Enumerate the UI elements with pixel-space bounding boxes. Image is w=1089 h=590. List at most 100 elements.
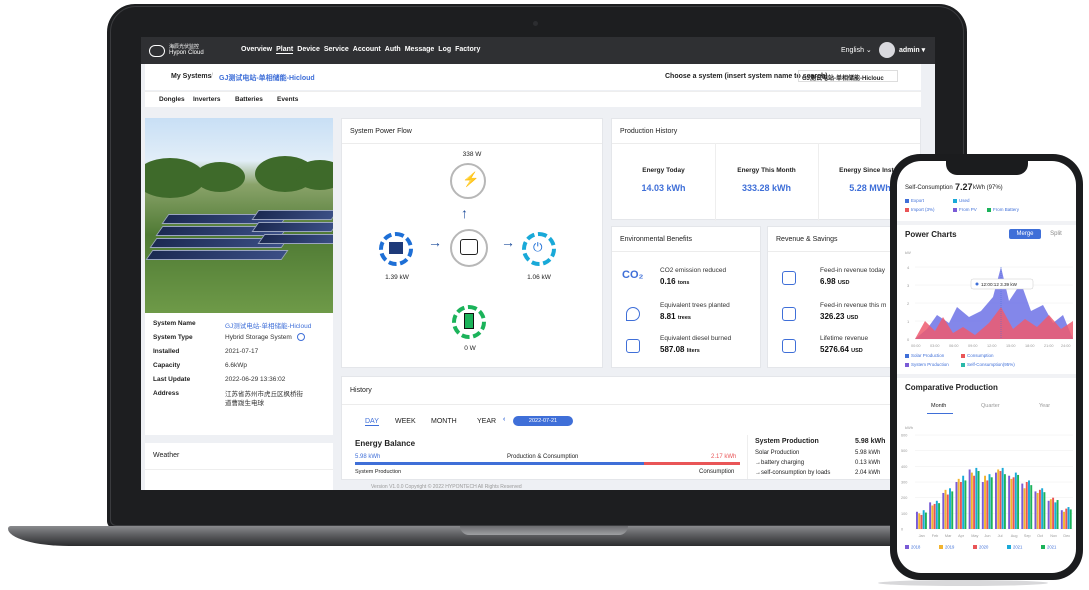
env-label: Equivalent trees planted (660, 302, 730, 309)
bar-2021-Nov[interactable] (1054, 502, 1057, 529)
bar-2021-Jul[interactable] (1003, 474, 1006, 529)
bar-2021-Dec[interactable] (1067, 507, 1070, 529)
menu-item-service[interactable]: Service (324, 46, 349, 54)
tab-week[interactable]: WEEK (395, 418, 416, 425)
menu-item-factory[interactable]: Factory (455, 46, 480, 54)
bar-2020-Oct[interactable] (1038, 489, 1041, 529)
weather-title: Weather (153, 452, 180, 459)
bar-2019-Nov[interactable] (1049, 499, 1052, 529)
tab-day[interactable]: DAY (365, 418, 379, 426)
menu-item-log[interactable]: Log (438, 46, 451, 54)
menu-item-overview[interactable]: Overview (241, 46, 272, 54)
menu-item-account[interactable]: Account (353, 46, 381, 54)
bar-2019-Dec[interactable] (1063, 511, 1065, 529)
comp-tab-month[interactable]: Month (931, 403, 946, 409)
tab-events[interactable]: Events (277, 96, 298, 103)
bar-2021-Sep[interactable] (1028, 480, 1030, 529)
language-select[interactable]: English ⌄ (841, 46, 872, 54)
bar-2020-Jun[interactable] (986, 480, 989, 529)
bar-2019-Feb[interactable] (931, 505, 934, 530)
bar-2019-Sep[interactable] (1023, 488, 1026, 529)
tab-year[interactable]: YEAR (477, 418, 496, 425)
bar-2018-May[interactable] (968, 469, 971, 529)
system-search-input[interactable]: GJ测试电站-单相储能-Hiclouc (798, 70, 898, 82)
tab-month[interactable]: MONTH (431, 418, 457, 425)
bar-2020-Sep[interactable] (1025, 482, 1028, 529)
bar-2019-Mar[interactable] (944, 489, 947, 529)
bar-2019-Aug[interactable] (1010, 478, 1013, 529)
menu-item-device[interactable]: Device (297, 46, 320, 54)
bar-2021-Jan[interactable] (924, 512, 927, 529)
bar-2021-Jun[interactable] (988, 474, 991, 529)
bar-2021-Aug[interactable] (1017, 474, 1020, 529)
bar-2019-Apr[interactable] (957, 478, 960, 529)
bar-2021-Oct[interactable] (1043, 492, 1046, 529)
comp-tab-quarter[interactable]: Quarter (981, 403, 1000, 409)
avatar[interactable] (879, 42, 895, 58)
bar-2018-Oct[interactable] (1034, 491, 1037, 529)
bar-2018-Nov[interactable] (1047, 500, 1050, 529)
bar-2021-Nov[interactable] (1056, 500, 1059, 529)
chevron-left-icon[interactable]: ‹ (503, 416, 505, 423)
bar-2021-Dec[interactable] (1069, 509, 1072, 529)
bar-2018-Dec[interactable] (1060, 510, 1063, 529)
bar-2021-Feb[interactable] (938, 503, 941, 529)
bar-2019-May[interactable] (970, 472, 973, 529)
breadcrumb-root[interactable]: My Systems (171, 73, 211, 80)
bar-2018-Jan[interactable] (916, 511, 918, 529)
info-value[interactable]: GJ测试电站-单相储能-Hicloud (225, 320, 311, 330)
bar-2020-Mar[interactable] (946, 494, 949, 529)
menu-item-auth[interactable]: Auth (385, 46, 401, 54)
comp-tab-year[interactable]: Year (1039, 403, 1050, 409)
bar-2019-Oct[interactable] (1036, 492, 1039, 529)
date-picker[interactable]: 2022-07-21 (513, 416, 573, 426)
menu-item-plant[interactable]: Plant (276, 46, 294, 54)
bar-2018-Apr[interactable] (955, 482, 958, 529)
bar-2021-Jul[interactable] (1001, 467, 1004, 529)
bar-2020-Dec[interactable] (1065, 508, 1068, 529)
stat-value: 14.03 kWh (641, 183, 686, 193)
bar-2020-Nov[interactable] (1052, 497, 1055, 529)
bar-2021-Jan[interactable] (922, 510, 925, 529)
tab-inverters[interactable]: Inverters (193, 96, 220, 103)
bar-2021-Apr[interactable] (962, 475, 965, 529)
tab-dongles[interactable]: Dongles (159, 96, 185, 103)
bar-2020-May[interactable] (973, 475, 976, 529)
power-x-tick: 18:00 (1025, 344, 1035, 348)
bar-2021-Feb[interactable] (935, 500, 938, 529)
bar-2021-Mar[interactable] (951, 491, 954, 529)
env-unit: liters (686, 348, 700, 354)
bar-2020-Jul[interactable] (999, 471, 1002, 529)
bar-2021-May[interactable] (977, 471, 980, 529)
breadcrumb-current[interactable]: GJ测试电站-单相储能-Hicloud (219, 73, 315, 83)
bar-2021-Oct[interactable] (1041, 488, 1044, 529)
bar-2021-Mar[interactable] (949, 488, 951, 529)
user-menu[interactable]: admin ▾ (899, 46, 925, 54)
bar-2018-Feb[interactable] (929, 502, 932, 529)
menu-item-message[interactable]: Message (405, 46, 435, 54)
bar-2018-Aug[interactable] (1008, 475, 1011, 529)
bar-2018-Mar[interactable] (942, 492, 945, 529)
brand-logo[interactable]: 海辰光伏监控 Hypon Cloud (149, 44, 204, 57)
tab-batteries[interactable]: Batteries (235, 96, 263, 103)
bar-2020-Feb[interactable] (933, 503, 936, 529)
bar-2018-Jun[interactable] (981, 482, 984, 529)
bar-2020-Jan[interactable] (920, 514, 923, 529)
bar-2021-Aug[interactable] (1014, 472, 1017, 529)
comp-x-tick: Mar (945, 534, 952, 538)
bar-2019-Jun[interactable] (984, 475, 986, 529)
bar-2021-Jun[interactable] (990, 477, 993, 529)
bar-2021-May[interactable] (975, 467, 978, 529)
bar-2021-Apr[interactable] (964, 480, 967, 529)
info-icon[interactable] (297, 333, 305, 341)
bar-2019-Jan[interactable] (918, 513, 921, 529)
logo-icon (149, 44, 165, 57)
bar-2018-Sep[interactable] (1021, 483, 1024, 529)
bar-2020-Apr[interactable] (959, 482, 962, 529)
bar-2021-Sep[interactable] (1030, 485, 1033, 529)
bar-2018-Jul[interactable] (995, 472, 997, 529)
bar-2019-Jul[interactable] (997, 469, 1000, 529)
merge-toggle[interactable]: Merge (1009, 229, 1041, 239)
split-toggle[interactable]: Split (1043, 229, 1069, 239)
bar-2020-Aug[interactable] (1012, 477, 1015, 529)
